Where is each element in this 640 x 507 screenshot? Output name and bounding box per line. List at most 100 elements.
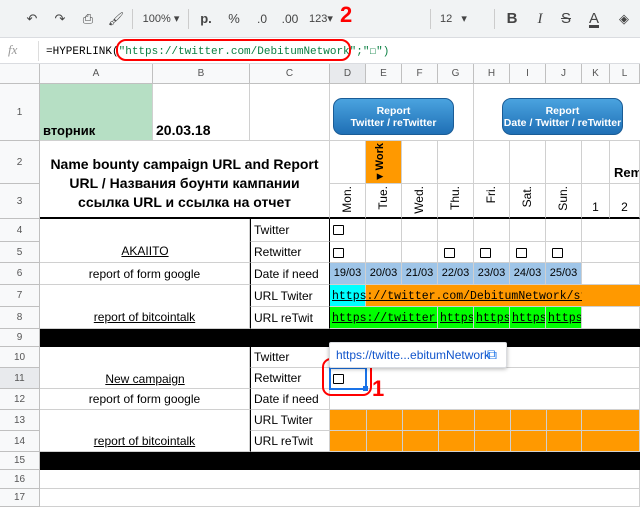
retwitter-check-cell[interactable] <box>510 242 546 263</box>
font-size-select[interactable]: 12 ▾ <box>440 0 484 38</box>
row-header-16[interactable]: 16 <box>0 470 40 489</box>
date-cell[interactable]: 23/03 <box>474 263 510 285</box>
undo-icon[interactable]: ↶ <box>20 0 44 38</box>
day-cell-thu[interactable]: Thu. <box>438 184 474 219</box>
label-twitter[interactable]: Twitter <box>250 219 330 242</box>
url-retwit-cell[interactable]: https <box>474 307 510 329</box>
row-header-8[interactable]: 8 <box>0 307 40 329</box>
redo-icon[interactable]: ↷ <box>48 0 72 38</box>
date-cell[interactable]: 21/03 <box>402 263 438 285</box>
report-date-button[interactable]: Report Date / Twitter / reTwitter <box>502 98 623 135</box>
column-header-h[interactable]: H <box>474 64 510 84</box>
report-form-google[interactable]: report of form google <box>40 263 250 285</box>
day-cell-fri[interactable]: Fri. <box>474 184 510 219</box>
num-cell-2[interactable]: 2 <box>610 184 640 219</box>
cell-k8[interactable] <box>582 307 640 329</box>
twitter-check-cell[interactable] <box>402 219 438 242</box>
label-url-twiter[interactable]: URL Twiter <box>250 410 330 431</box>
label-url-retwit[interactable]: URL reTwit <box>250 431 330 452</box>
url-retwit-orange[interactable] <box>330 431 582 452</box>
more-formats-button[interactable]: 123▾ <box>306 0 336 38</box>
url-twiter-link[interactable]: https://twitter.com/DebitumNetwork/statu <box>332 290 582 303</box>
cell-i2[interactable] <box>510 141 546 184</box>
cell-h2[interactable] <box>474 141 510 184</box>
url-retwit-cell[interactable]: https <box>438 307 474 329</box>
row-header-6[interactable]: 6 <box>0 263 40 285</box>
row-header-3[interactable]: 3 <box>0 184 40 219</box>
date-cell[interactable]: 20.03.18 <box>153 84 250 141</box>
report-bitcointalk[interactable]: report of bitcointalk <box>40 410 250 452</box>
italic-button[interactable]: I <box>528 0 552 38</box>
checkbox-icon[interactable] <box>444 248 455 258</box>
campaign-name-new[interactable]: New campaign <box>40 372 250 386</box>
fill-color-icon[interactable]: ◈ <box>612 0 636 38</box>
increase-decimal-button[interactable]: .00 <box>276 0 304 38</box>
empty-row-17[interactable] <box>40 489 640 507</box>
date-cell[interactable]: 22/03 <box>438 263 474 285</box>
label-url-twiter[interactable]: URL Twiter <box>250 285 330 307</box>
open-in-new-icon[interactable]: ⧉ <box>487 346 497 363</box>
row-header-12[interactable]: 12 <box>0 389 40 410</box>
percent-format-button[interactable]: % <box>222 0 246 38</box>
bold-button[interactable]: B <box>500 0 524 38</box>
column-header-l[interactable]: L <box>610 64 640 84</box>
retwitter-check-cell[interactable] <box>330 242 366 263</box>
cell-j2[interactable] <box>546 141 582 184</box>
cell-g2[interactable] <box>438 141 474 184</box>
label-retwitter[interactable]: Retwitter <box>250 368 330 389</box>
currency-format-button[interactable]: р. <box>194 0 218 38</box>
url-twiter-orange[interactable] <box>582 410 640 431</box>
retwitter-row-cells[interactable] <box>366 368 640 389</box>
rem-header[interactable]: Rem <box>610 141 640 184</box>
day-cell-wed[interactable]: Wed. <box>402 184 438 219</box>
retwitter-check-cell[interactable] <box>402 242 438 263</box>
column-header-d[interactable]: D <box>330 64 366 84</box>
label-date[interactable]: Date if need <box>250 263 330 285</box>
row-header-7[interactable]: 7 <box>0 285 40 307</box>
label-twitter[interactable]: Twitter <box>250 347 330 368</box>
url-retwit-orange[interactable] <box>582 431 640 452</box>
cell-k4[interactable] <box>582 219 640 242</box>
label-date[interactable]: Date if need <box>250 389 330 410</box>
url-retwit-link[interactable]: https <box>548 312 581 325</box>
cell-f2[interactable] <box>402 141 438 184</box>
campaign-name-akaiito[interactable]: AKAIITO <box>40 244 250 258</box>
hyperlink-popup-url[interactable]: https://twitte...ebitumNetwork <box>336 348 490 362</box>
twitter-check-cell[interactable] <box>366 219 402 242</box>
sheet-title[interactable]: Name bounty campaign URL and Report URL … <box>40 141 330 219</box>
url-retwit-link[interactable]: https://twitter.c <box>332 312 437 325</box>
zoom-select[interactable]: 100% ▾ <box>138 0 184 38</box>
column-header-b[interactable]: B <box>153 64 250 84</box>
decrease-decimal-button[interactable]: .0 <box>250 0 274 38</box>
empty-row-16[interactable] <box>40 470 640 489</box>
cell-d2[interactable] <box>330 141 366 184</box>
column-header-e[interactable]: E <box>366 64 402 84</box>
day-cell-sat[interactable]: Sat. <box>510 184 546 219</box>
column-header-g[interactable]: G <box>438 64 474 84</box>
row-header-14[interactable]: 14 <box>0 431 40 452</box>
date-cell[interactable]: 24/03 <box>510 263 546 285</box>
twitter-check-cell[interactable] <box>438 219 474 242</box>
label-url-retwit[interactable]: URL reTwit <box>250 307 330 329</box>
num-cell-1[interactable]: 1 <box>582 184 610 219</box>
day-cell-mon[interactable]: Mon. <box>330 184 366 219</box>
day-cell-sun[interactable]: Sun. <box>546 184 582 219</box>
cell-k2[interactable] <box>582 141 610 184</box>
select-all-corner[interactable] <box>0 64 40 84</box>
retwitter-check-cell[interactable] <box>438 242 474 263</box>
strikethrough-button[interactable]: S <box>554 0 578 38</box>
work-cell[interactable]: ◄Work <box>366 141 402 184</box>
row-header-9[interactable]: 9 <box>0 329 40 347</box>
date-cell[interactable]: 20/03 <box>366 263 402 285</box>
text-color-button[interactable]: A <box>582 0 606 38</box>
column-header-a[interactable]: A <box>40 64 153 84</box>
report-form-google[interactable]: report of form google <box>40 389 250 410</box>
retwitter-check-cell[interactable] <box>474 242 510 263</box>
twitter-check-cell[interactable] <box>474 219 510 242</box>
weekday-cell[interactable]: вторник <box>40 84 153 141</box>
row-header-5[interactable]: 5 <box>0 242 40 263</box>
date-cell[interactable]: 25/03 <box>546 263 582 285</box>
checkbox-icon[interactable] <box>333 248 344 258</box>
label-retwitter[interactable]: Retwitter <box>250 242 330 263</box>
report-bitcointalk[interactable]: report of bitcointalk <box>40 285 250 329</box>
